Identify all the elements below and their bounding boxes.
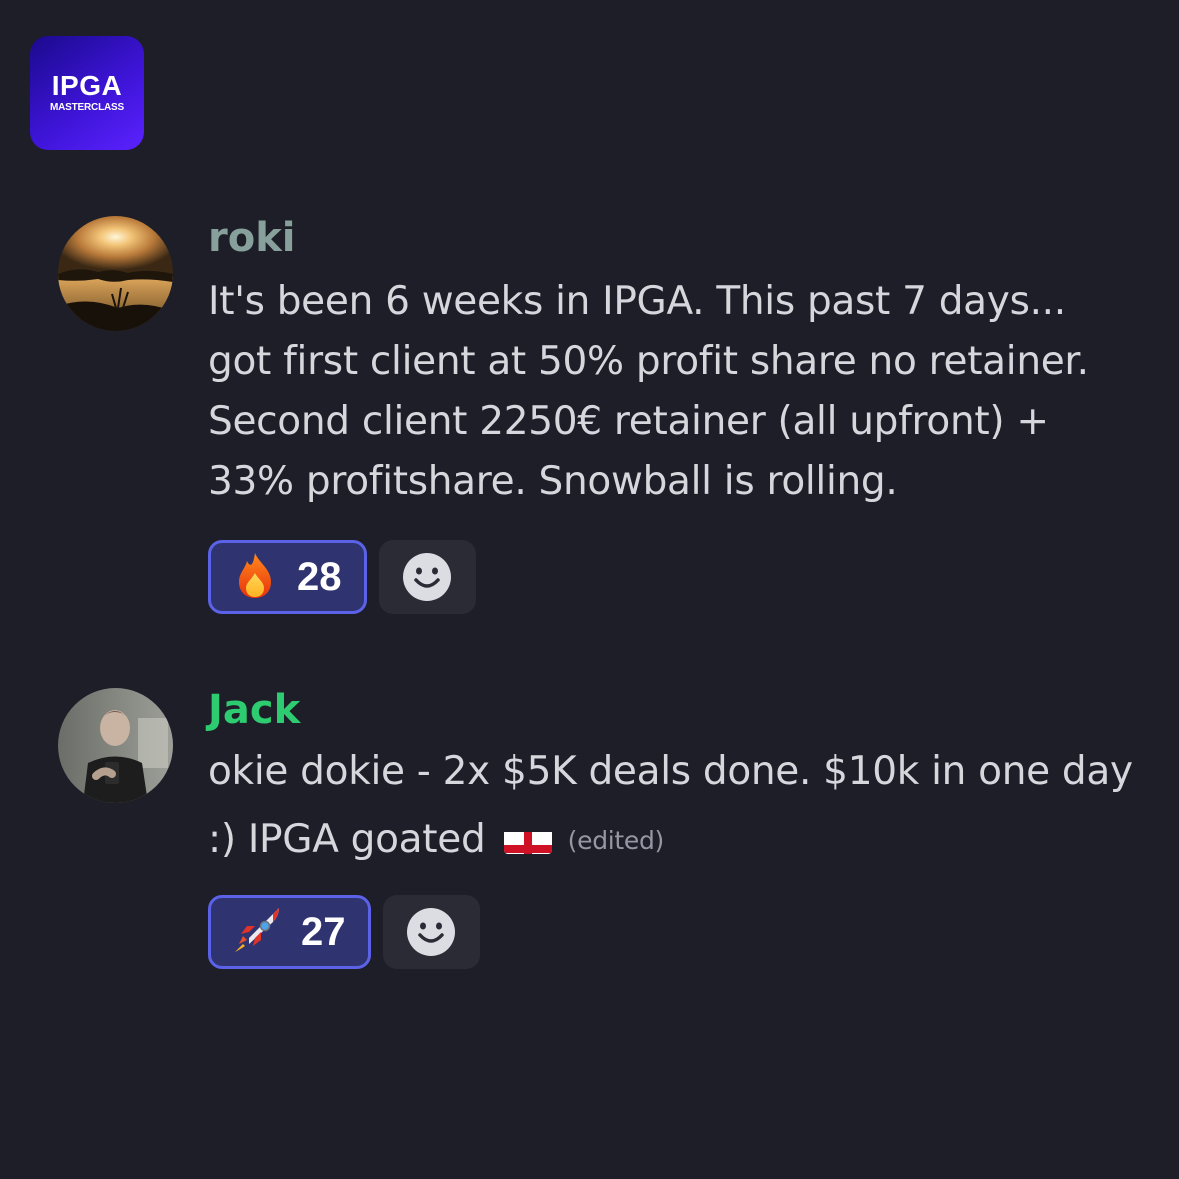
avatar[interactable] xyxy=(58,216,173,331)
username[interactable]: Jack xyxy=(208,688,1139,732)
text-line: got first client at 50% profit share no … xyxy=(208,339,1089,384)
reactions: 28 xyxy=(208,540,1139,614)
message-content: Jack okie dokie - 2x $5K deals done. $10… xyxy=(208,688,1139,969)
avatar[interactable] xyxy=(58,688,173,803)
edited-label: (edited) xyxy=(567,826,665,855)
username[interactable]: roki xyxy=(208,216,1139,260)
england-flag-icon xyxy=(503,820,552,854)
reaction-count: 27 xyxy=(301,909,346,954)
text-line: It's been 6 weeks in IPGA. This past 7 d… xyxy=(208,279,1066,324)
reaction-rocket[interactable]: 27 xyxy=(208,895,371,969)
text-line: :) IPGA goated xyxy=(208,817,486,862)
rocket-icon xyxy=(233,906,281,958)
logo-title: IPGA xyxy=(51,70,123,101)
server-logo[interactable]: IPGA MASTERCLASS xyxy=(30,36,144,150)
smiley-icon xyxy=(407,908,455,956)
message-content: roki It's been 6 weeks in IPGA. This pas… xyxy=(208,216,1139,614)
message-text: It's been 6 weeks in IPGA. This past 7 d… xyxy=(208,272,1139,512)
add-reaction-button[interactable] xyxy=(378,540,476,614)
fire-icon xyxy=(233,551,277,603)
chat-screen: IPGA MASTERCLASS roki It's been 6 weeks … xyxy=(0,0,1179,1179)
text-line: Second client 2250€ retainer (all upfron… xyxy=(208,399,1049,444)
reactions: 27 xyxy=(208,895,1139,969)
add-reaction-button[interactable] xyxy=(382,895,480,969)
text-line: okie dokie - 2x $5K deals done. $10k in … xyxy=(208,749,1133,794)
logo-subtitle: MASTERCLASS xyxy=(50,102,124,113)
reaction-fire[interactable]: 28 xyxy=(208,540,367,614)
reaction-count: 28 xyxy=(297,554,342,599)
text-line: 33% profitshare. Snowball is rolling. xyxy=(208,459,898,504)
message-text: okie dokie - 2x $5K deals done. $10k in … xyxy=(208,738,1139,875)
smiley-icon xyxy=(403,553,451,601)
text-line-with-flag: :) IPGA goated (edited) xyxy=(208,806,1139,875)
